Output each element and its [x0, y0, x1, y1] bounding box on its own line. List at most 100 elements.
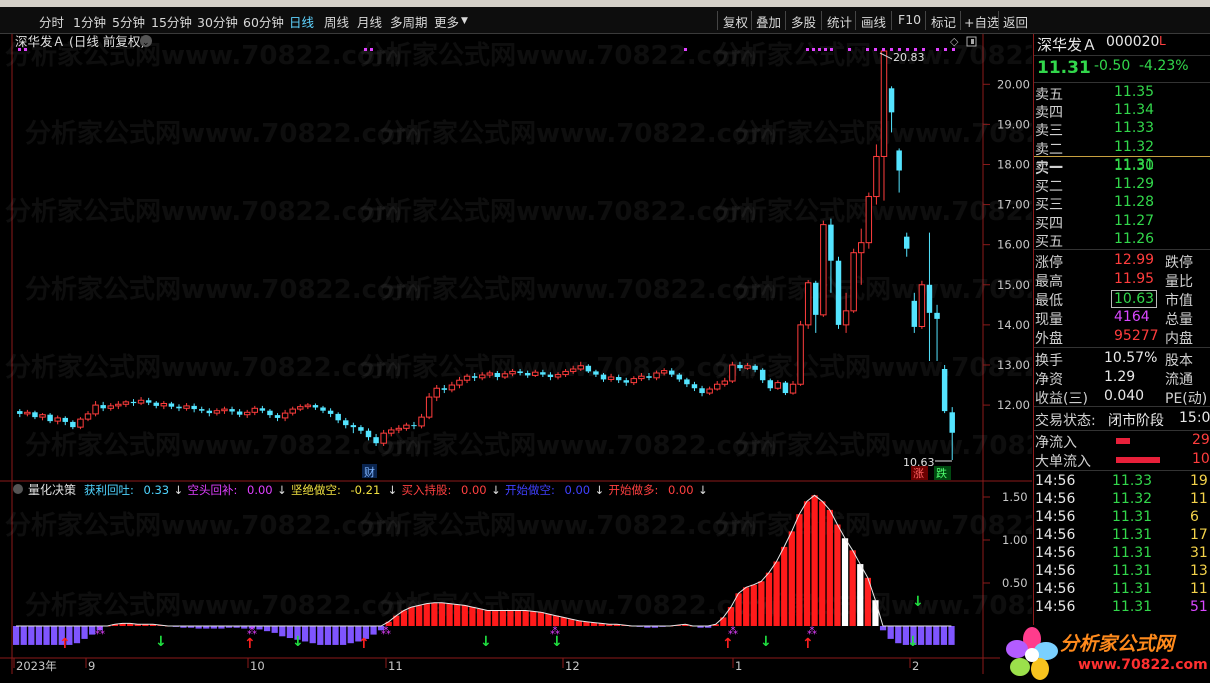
ask-level: 卖三 11.33	[1034, 120, 1210, 140]
marker-icon: ⁂	[807, 625, 817, 637]
quote-panel: 深华发Ａ 000020 L 11.31 -0.50 -4.23% 交易状态: 闭…	[1033, 34, 1210, 683]
tick-time: 14:56	[1035, 563, 1076, 579]
indicator-bar	[476, 608, 484, 626]
price-tick-label: 20.00	[997, 77, 1030, 91]
ask-level-label: 卖三	[1035, 123, 1063, 140]
tab-1min[interactable]: 1分钟	[73, 12, 106, 31]
watermark-text: 分析家公式网www.70822.com	[360, 196, 757, 227]
indicator-bar	[552, 615, 560, 626]
indicator-menu-icon[interactable]	[13, 484, 23, 494]
indicator-bar	[781, 546, 788, 626]
indicator-bar	[507, 610, 514, 626]
period-toolbar: 分时 1分钟 5分钟 15分钟 30分钟 60分钟 日线 周线 月线 多周期 更…	[0, 7, 1210, 34]
watermark-text: 分析家公式网www.70822.com	[735, 274, 1032, 305]
f10-button[interactable]: F10	[898, 12, 921, 27]
indicator-bar	[940, 626, 948, 645]
indicator-bar	[735, 593, 742, 626]
tick-price: 11.31	[1112, 545, 1153, 561]
bid-level: 买三 11.28	[1034, 194, 1210, 213]
trade-state-value: 闭市阶段	[1108, 413, 1164, 429]
legend-item-value: 0.00	[247, 483, 273, 497]
date-tick-label: 12	[565, 659, 580, 673]
flower-icon	[1006, 627, 1058, 680]
tick-volume: 51	[1190, 599, 1208, 615]
candle	[865, 192, 873, 249]
candle	[941, 364, 948, 414]
date-tick-label: 2023年	[16, 659, 57, 673]
tab-monthly[interactable]: 月线	[357, 12, 382, 31]
flow-label: 大单流入	[1035, 454, 1091, 470]
sell-arrow-icon: ↓	[155, 634, 167, 650]
tick-price: 11.31	[1112, 563, 1153, 579]
bid-level-label: 买四	[1035, 215, 1063, 232]
date-tick-label: 1	[735, 659, 742, 673]
tick-volume: 13	[1190, 563, 1208, 579]
legend-item-value: 0.33	[144, 483, 170, 497]
stat-row: 最低 10.63 市值	[1034, 290, 1210, 309]
tab-multi-period[interactable]: 多周期	[390, 12, 428, 31]
indicator-bar	[492, 610, 499, 626]
indicator-bar	[51, 626, 58, 645]
mark-button[interactable]: 标记	[931, 12, 956, 31]
multi-stock-button[interactable]: 多股	[791, 12, 816, 31]
tab-5min[interactable]: 5分钟	[112, 12, 145, 31]
diamond-icon[interactable]: ◇	[950, 35, 959, 48]
tab-weekly[interactable]: 周线	[324, 12, 349, 31]
legend-item-label: 开始做多:	[609, 483, 659, 497]
tab-daily[interactable]: 日线	[289, 12, 314, 31]
stat-label: 涨停	[1035, 255, 1063, 271]
indicator-bar	[73, 626, 81, 644]
indicator-bar	[895, 626, 902, 644]
bid-level-price: 11.26	[1114, 230, 1155, 247]
indicator-bar	[841, 538, 849, 626]
watermark-text: 分析家公式网www.70822.com	[5, 196, 402, 227]
price-tick-label: 12.00	[997, 398, 1030, 412]
tick-price: 11.33	[1112, 473, 1153, 489]
stat2-label-2: PE(动)	[1165, 391, 1208, 407]
tick-volume: 17	[1190, 527, 1208, 543]
indicator-bar	[849, 550, 856, 626]
ask-level: 卖四 11.34	[1034, 102, 1210, 121]
stat2-label: 净资	[1035, 372, 1063, 388]
marker-icon: ⁂	[550, 625, 560, 637]
indicator-bar	[35, 626, 43, 645]
kline-chart[interactable]: 分析家公式网www.70822.com分析家公式网www.70822.com分析…	[0, 34, 1032, 674]
add-watchlist-button[interactable]: +自选	[964, 12, 999, 31]
logo-url: www.70822.com	[1078, 657, 1208, 673]
toolbar-separator	[960, 11, 961, 30]
indicator-bar	[499, 610, 506, 626]
flow-bar	[1116, 457, 1160, 463]
bid-level-label: 买二	[1035, 179, 1063, 196]
indicator-bar	[765, 572, 773, 626]
draw-line-button[interactable]: 画线	[861, 12, 886, 31]
indicator-bar	[416, 605, 423, 626]
ask-level: 卖二 11.32	[1034, 139, 1210, 158]
indicator-bar	[872, 600, 879, 626]
tab-30min[interactable]: 30分钟	[197, 12, 238, 31]
stat-row: 外盘 95277 内盘	[1034, 328, 1210, 347]
last-price: 11.31	[1037, 58, 1091, 78]
stat2-label-2: 流通	[1165, 372, 1193, 388]
more-dropdown-icon[interactable]: ▼	[461, 16, 468, 26]
indicator-bar	[568, 619, 575, 626]
indicator-bar	[408, 607, 415, 626]
sell-arrow-icon: ↓	[480, 634, 492, 650]
watermark-text: 分析家公式网www.70822.com	[380, 274, 777, 305]
tab-fenshi[interactable]: 分时	[39, 12, 64, 31]
overlay-button[interactable]: 叠加	[756, 12, 781, 31]
tab-15min[interactable]: 15分钟	[151, 12, 192, 31]
tab-more[interactable]: 更多	[434, 12, 459, 31]
tick-volume: 31	[1190, 545, 1208, 561]
back-button[interactable]: 返回	[1003, 12, 1028, 31]
stat-label-2: 内盘	[1165, 331, 1193, 347]
tab-60min[interactable]: 60分钟	[243, 12, 284, 31]
trade-state-row: 交易状态: 闭市阶段 15:0	[1034, 410, 1210, 429]
indicator-bar	[454, 604, 461, 626]
indicator-bar	[887, 626, 894, 639]
sell-arrow-icon: ↓	[292, 634, 304, 650]
fuquan-button[interactable]: 复权	[723, 12, 748, 31]
tick-volume: 11	[1190, 491, 1208, 507]
tick-time: 14:56	[1035, 473, 1076, 489]
toolbar-separator	[785, 11, 786, 30]
statistics-button[interactable]: 统计	[827, 12, 852, 31]
